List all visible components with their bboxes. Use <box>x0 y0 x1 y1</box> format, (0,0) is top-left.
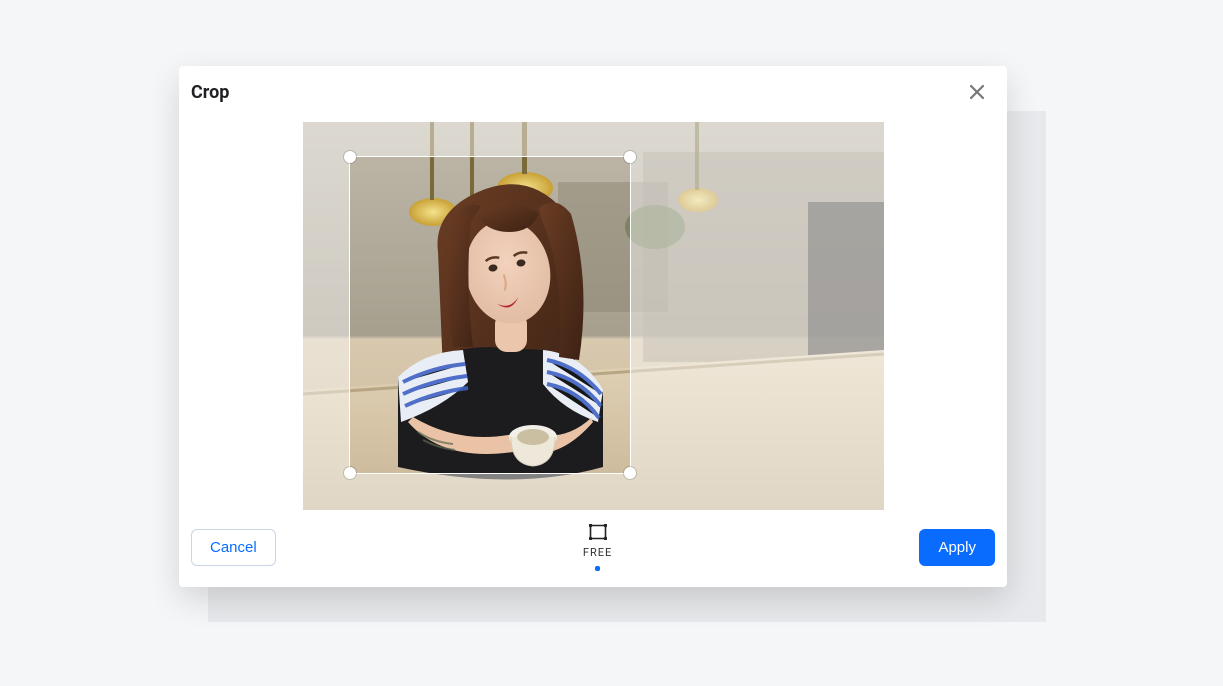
crop-mask-right <box>631 156 884 474</box>
crop-mask-bottom <box>303 474 884 510</box>
crop-handle-tr[interactable] <box>624 151 636 163</box>
crop-handle-bl[interactable] <box>344 467 356 479</box>
modal-header: Crop <box>179 66 1007 114</box>
aspect-ratio-label: FREE <box>583 546 612 559</box>
modal-footer: Cancel FREE Apply <box>179 510 1007 587</box>
aspect-ratio-selector[interactable]: FREE <box>583 524 612 571</box>
close-icon <box>969 84 985 100</box>
cancel-button[interactable]: Cancel <box>191 529 276 566</box>
apply-button[interactable]: Apply <box>919 529 995 566</box>
crop-canvas <box>179 114 1007 510</box>
crop-mask-top <box>303 122 884 156</box>
image-frame[interactable] <box>303 122 884 510</box>
crop-modal: Crop <box>179 66 1007 587</box>
modal-title: Crop <box>191 82 229 103</box>
crop-handle-tl[interactable] <box>344 151 356 163</box>
free-crop-icon <box>589 524 607 540</box>
crop-handle-br[interactable] <box>624 467 636 479</box>
crop-mask-left <box>303 156 349 474</box>
selected-indicator <box>595 566 600 571</box>
crop-selection[interactable] <box>349 156 631 474</box>
close-button[interactable] <box>963 78 991 106</box>
